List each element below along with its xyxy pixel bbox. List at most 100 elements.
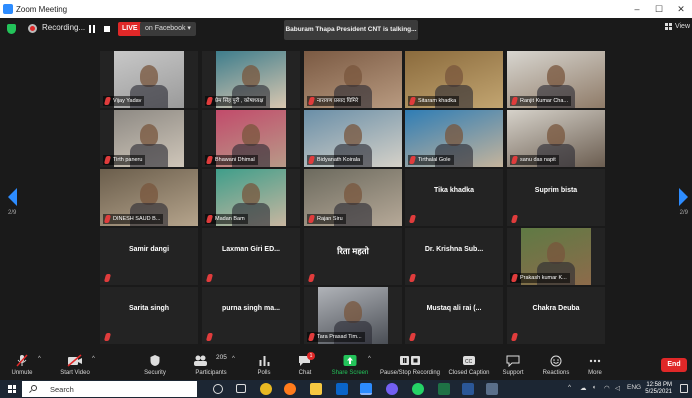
previous-page-icon[interactable] — [8, 188, 17, 206]
share-options-icon[interactable]: ^ — [368, 356, 371, 362]
grid-view-icon — [664, 23, 672, 30]
pause-recording-icon[interactable] — [89, 25, 96, 33]
start-video-button[interactable]: ^ Start Video — [52, 350, 98, 380]
participant-tile[interactable]: Samir dangi — [100, 228, 198, 285]
participant-tile[interactable]: Sarita singh — [100, 287, 198, 344]
maximize-button[interactable]: ☐ — [648, 0, 670, 18]
view-button[interactable]: View — [664, 23, 690, 30]
whatsapp-icon[interactable] — [412, 383, 424, 395]
participant-tile[interactable]: रिता महतो — [304, 228, 402, 285]
participants-options-icon[interactable]: ^ — [232, 356, 235, 362]
participant-tile[interactable]: Madan Bam — [202, 169, 300, 226]
zoom-taskbar-icon[interactable] — [360, 383, 372, 395]
support-label: Support — [502, 370, 524, 376]
support-button[interactable]: Support — [498, 350, 528, 380]
muted-mic-icon — [16, 354, 28, 367]
share-screen-button[interactable]: ^ Share Screen — [330, 350, 371, 380]
end-meeting-button[interactable]: End — [661, 358, 687, 372]
reactions-button[interactable]: Reactions — [538, 350, 574, 380]
cortana-icon[interactable] — [213, 384, 223, 394]
close-button[interactable]: ✕ — [670, 0, 692, 18]
tray-chevron-icon[interactable]: ^ — [568, 384, 571, 391]
participant-name-large: Laxman Giri ED... — [222, 246, 280, 253]
participant-tile[interactable]: नारायण प्रसाद घिमिरे — [304, 51, 402, 108]
participant-name-large: Mustaq ali rai (... — [426, 305, 482, 312]
chat-button[interactable]: 1 Chat — [293, 350, 317, 380]
participant-tile[interactable]: Tara Prasad Tim... — [304, 287, 402, 344]
participant-tile[interactable]: Ranjit Kumar Cha... — [507, 51, 605, 108]
participant-tile[interactable]: Tirth paneru — [100, 110, 198, 167]
network-icon[interactable]: ☁ — [580, 384, 587, 392]
participant-tile[interactable]: Bhawani Dhimal — [202, 110, 300, 167]
excel-icon[interactable] — [438, 383, 450, 395]
volume-icon[interactable]: ◖ — [592, 384, 596, 391]
window-title: Zoom Meeting — [16, 4, 68, 14]
more-button[interactable]: More — [582, 350, 608, 380]
participant-name-label: Ranjit Kumar Cha... — [510, 96, 571, 106]
muted-mic-icon — [103, 333, 112, 341]
chrome-icon[interactable] — [260, 383, 272, 395]
participant-tile[interactable]: Prakash kumar K... — [507, 228, 605, 285]
participant-tile[interactable]: Vijay Yadav — [100, 51, 198, 108]
security-shield-icon — [150, 355, 160, 366]
participant-tile[interactable]: Dr. Krishna Sub... — [405, 228, 503, 285]
closed-caption-icon: CC — [463, 356, 475, 365]
participant-tile[interactable]: Chakra Deuba — [507, 287, 605, 344]
language-indicator[interactable]: ENG — [627, 384, 641, 391]
wifi-icon[interactable]: ◠ — [604, 384, 610, 392]
file-explorer-icon[interactable] — [310, 383, 322, 395]
unmute-label: Unmute — [11, 370, 33, 376]
live-badge[interactable]: LIVE — [118, 22, 142, 36]
shield-icon[interactable] — [7, 24, 16, 34]
stop-recording-icon[interactable] — [104, 26, 110, 32]
participants-button[interactable]: 205 ^ Participants — [188, 350, 235, 380]
participant-tile[interactable]: DINESH SAUD B... — [100, 169, 198, 226]
firefox-icon[interactable] — [284, 383, 296, 395]
participant-tile[interactable]: Sitaram khadka — [405, 51, 503, 108]
closed-caption-label: Closed Caption — [448, 370, 490, 376]
participant-name-label: Bhawani Dhimal — [205, 155, 258, 165]
pause-stop-recording-button[interactable]: Pause/Stop Recording — [378, 350, 442, 380]
participant-name-large: purna singh ma... — [222, 305, 280, 312]
outlook-icon[interactable] — [336, 383, 348, 395]
viber-icon[interactable] — [386, 383, 398, 395]
title-bar: Zoom Meeting – ☐ ✕ — [0, 0, 692, 18]
participant-tile[interactable]: Tirthalal Gole — [405, 110, 503, 167]
participant-tile[interactable]: Tika khadka — [405, 169, 503, 226]
minimize-button[interactable]: – — [626, 0, 648, 18]
participant-figure — [344, 183, 362, 205]
taskbar-search-input[interactable]: Search — [22, 381, 197, 397]
speaker-icon[interactable]: ◁ — [615, 384, 620, 392]
meeting-toolbar: ^ Unmute ^ Start Video Security 205 ^ Pa… — [0, 350, 692, 380]
participant-tile[interactable]: sanu das napit — [507, 110, 605, 167]
closed-caption-button[interactable]: CC Closed Caption — [446, 350, 492, 380]
participant-tile[interactable]: Bidyanath Koirala — [304, 110, 402, 167]
share-screen-icon — [343, 355, 357, 366]
participants-label: Participants — [195, 370, 227, 376]
participant-tile[interactable]: purna singh ma... — [202, 287, 300, 344]
more-label: More — [588, 370, 602, 376]
unmute-button[interactable]: ^ Unmute — [2, 350, 42, 380]
participant-tile[interactable]: प्रेम सिंह पुरी , कोषाध्यक्ष — [202, 51, 300, 108]
more-icon — [589, 359, 601, 363]
audio-options-icon[interactable]: ^ — [38, 356, 41, 362]
stream-dropdown[interactable]: on Facebook ▾ — [140, 22, 196, 36]
next-page-icon[interactable] — [679, 188, 688, 206]
page-indicator-left: 2/9 — [8, 210, 17, 216]
notification-icon[interactable] — [680, 384, 688, 393]
polls-button[interactable]: Polls — [250, 350, 278, 380]
participant-tile[interactable]: Rajan Siru — [304, 169, 402, 226]
task-view-icon[interactable] — [236, 384, 246, 393]
participant-tile[interactable]: Laxman Giri ED... — [202, 228, 300, 285]
word-icon[interactable] — [462, 383, 474, 395]
windows-start-icon[interactable] — [8, 385, 16, 393]
participant-tile[interactable]: Mustaq ali rai (... — [405, 287, 503, 344]
clock[interactable]: 12:58 PM 5/25/2021 — [645, 382, 672, 396]
video-options-icon[interactable]: ^ — [92, 356, 95, 362]
photos-icon[interactable] — [486, 383, 498, 395]
view-label: View — [674, 23, 690, 30]
participant-tile[interactable]: Suprim bista — [507, 169, 605, 226]
participant-name-large: Suprim bista — [534, 187, 578, 194]
recording-icon — [28, 24, 37, 33]
security-button[interactable]: Security — [136, 350, 174, 380]
